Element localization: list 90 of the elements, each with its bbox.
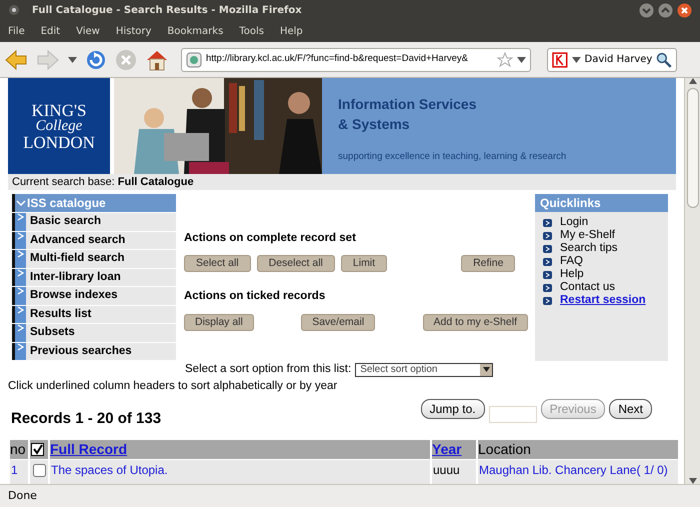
status-text: Done xyxy=(8,488,37,504)
scrollbar[interactable] xyxy=(684,78,700,484)
menu-item[interactable]: Tools xyxy=(235,24,268,38)
menu-item[interactable]: History xyxy=(112,24,156,38)
column-header: Location xyxy=(478,440,678,459)
quicklinks-header: Quicklinks xyxy=(535,194,668,212)
banner-title: Information Services & Systems xyxy=(338,95,478,134)
bullet-arrow-icon xyxy=(543,258,552,266)
action-button[interactable]: Add to my e-Shelf xyxy=(422,314,528,330)
quicklink[interactable]: Login xyxy=(560,216,588,229)
column-header: no xyxy=(10,440,28,459)
column-header[interactable]: Year xyxy=(432,440,476,459)
table-cell: 1 xyxy=(10,460,28,484)
column-header[interactable]: Full Record xyxy=(50,440,430,459)
jump-field[interactable] xyxy=(488,406,537,422)
chevron-right-icon xyxy=(17,232,24,240)
reload-icon[interactable] xyxy=(85,48,107,70)
hint-text: Click underlined column headers to sort alphabetically or by year xyxy=(8,379,338,394)
back-icon[interactable] xyxy=(4,48,28,70)
minimize-icon[interactable] xyxy=(639,2,654,18)
address-text: http://library.kcl.ac.uk/F/?func=find-b&request=David+Harvey& xyxy=(206,52,469,66)
window-title: Full Catalogue - Search Results - Mozilla Firefox xyxy=(32,4,302,18)
search-base-text: Current search base: Full Catalogue xyxy=(8,174,676,190)
action-button[interactable]: Select all xyxy=(184,255,251,272)
location-link[interactable]: Maughan Lib. Chancery Lane( 1/ 0) xyxy=(478,460,678,484)
quicklink[interactable]: My e-Shelf xyxy=(560,229,615,242)
sort-label: Select a sort option from this list: xyxy=(185,362,352,377)
site-icon xyxy=(186,52,202,68)
pager-button[interactable]: Next xyxy=(609,398,652,418)
action-button[interactable]: Limit xyxy=(340,255,388,272)
quicklink[interactable]: Help xyxy=(560,268,584,281)
bullet-arrow-icon xyxy=(543,232,552,240)
sidebar-item[interactable]: Results list xyxy=(12,306,176,323)
sidebar-item[interactable]: Subsets xyxy=(12,324,176,342)
sidebar-item[interactable]: Previous searches xyxy=(12,342,176,360)
quicklink[interactable]: FAQ xyxy=(560,255,584,268)
logo: KING'S College LONDON xyxy=(8,78,110,174)
bullet-arrow-icon xyxy=(543,284,552,292)
chevron-right-icon xyxy=(17,342,24,350)
quicklink[interactable]: Contact us xyxy=(560,281,615,294)
quicklink[interactable]: Restart session xyxy=(560,294,646,307)
dropdown-icon[interactable] xyxy=(68,56,77,62)
dropdown-icon[interactable] xyxy=(572,56,581,62)
pager-button[interactable]: Jump to. xyxy=(420,398,485,418)
row-checkbox[interactable] xyxy=(32,464,46,476)
table-cell: uuuu xyxy=(432,460,476,484)
menu-item[interactable]: Bookmarks xyxy=(163,24,228,38)
action-button[interactable]: Deselect all xyxy=(256,255,335,272)
close-icon[interactable] xyxy=(677,2,692,18)
sidebar-item[interactable]: Inter-library loan xyxy=(12,268,176,286)
menu-item[interactable]: Help xyxy=(276,24,307,38)
window-menu-icon xyxy=(8,4,20,16)
menu-item[interactable]: Edit xyxy=(36,24,64,38)
records-count: Records 1 - 20 of 133 xyxy=(11,408,162,428)
bullet-arrow-icon xyxy=(543,244,552,252)
dropdown-icon[interactable] xyxy=(517,56,526,62)
address-bar[interactable]: http://library.kcl.ac.uk/F/?func=find-b&request=David+Harvey& xyxy=(181,48,531,72)
dropdown-icon xyxy=(482,367,490,372)
quicklink[interactable]: Search tips xyxy=(560,242,618,255)
record-link[interactable]: The spaces of Utopia. xyxy=(50,460,430,484)
search-engine-icon[interactable] xyxy=(552,52,568,68)
chevron-right-icon xyxy=(17,250,24,258)
section-heading: Actions on complete record set xyxy=(184,231,357,246)
sidebar-item[interactable]: Browse indexes xyxy=(12,287,176,304)
action-button[interactable]: Display all xyxy=(184,314,254,330)
bullet-arrow-icon xyxy=(543,270,552,278)
sidebar-item[interactable]: Advanced search xyxy=(12,232,176,249)
search-icon[interactable] xyxy=(656,52,672,68)
scrollbar-thumb[interactable] xyxy=(686,88,698,208)
home-icon[interactable] xyxy=(145,48,169,70)
bullet-arrow-icon xyxy=(543,218,552,226)
section-heading: Actions on ticked records xyxy=(184,289,326,304)
sort-select[interactable]: Select sort option xyxy=(355,362,494,377)
chevron-right-icon xyxy=(17,287,24,295)
chevron-right-icon xyxy=(17,268,24,276)
search-text: David Harvey xyxy=(584,53,652,67)
action-button[interactable]: Refine xyxy=(461,255,516,272)
tagline: supporting excellence in teaching, learning & research xyxy=(338,150,568,164)
action-button[interactable]: Save/email xyxy=(301,314,376,330)
sidebar-item[interactable]: Multi-field search xyxy=(12,250,176,268)
bullet-arrow-icon xyxy=(543,296,552,304)
menu-item[interactable]: View xyxy=(72,24,104,38)
sidebar-item[interactable]: Basic search xyxy=(12,213,176,230)
star-icon[interactable] xyxy=(497,52,513,68)
checkbox-checked-icon[interactable] xyxy=(31,443,44,456)
search-field[interactable]: David Harvey xyxy=(547,48,677,72)
chevron-right-icon xyxy=(17,306,24,314)
menu-item[interactable]: File xyxy=(4,24,29,38)
chevron-right-icon xyxy=(17,324,24,332)
chevron-right-icon xyxy=(17,213,24,221)
